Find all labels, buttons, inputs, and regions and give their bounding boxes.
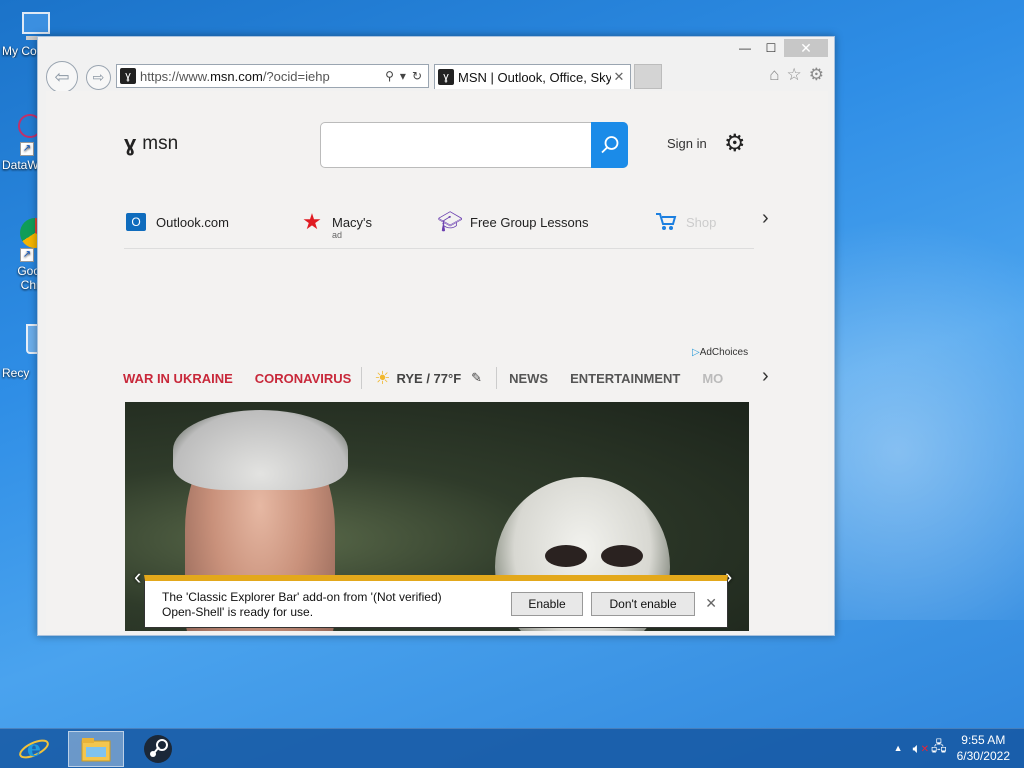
address-tools: ⚲ ▾ ↻: [385, 69, 428, 83]
ad-choices-icon: ▷: [692, 347, 700, 358]
chrome-icon: ↗: [6, 218, 50, 262]
notification-close-icon[interactable]: ✕: [705, 595, 717, 612]
desktop-icon-label: Goo Chr: [17, 264, 40, 292]
taskbar-file-explorer[interactable]: [68, 731, 124, 767]
tab-close-icon[interactable]: ✕: [611, 69, 627, 85]
quick-links-next-chevron-icon[interactable]: ›: [762, 207, 769, 230]
steam-icon: [144, 735, 172, 763]
settings-gear-icon[interactable]: ⚙: [724, 129, 746, 158]
quick-link-label: Shop: [686, 215, 717, 230]
tab-msn[interactable]: ɣ MSN | Outlook, Office, Sky... ✕: [434, 64, 631, 89]
outlook-icon: O: [124, 211, 148, 233]
close-button[interactable]: ✕: [784, 39, 828, 57]
forward-arrow-icon: ⇨: [92, 69, 105, 85]
category-coronavirus[interactable]: CORONAVIRUS: [255, 371, 352, 386]
quick-link-outlook[interactable]: O Outlook.com: [124, 211, 229, 233]
window-controls: — ☐ ✕: [732, 39, 828, 57]
svg-text:e: e: [27, 736, 41, 762]
search-input[interactable]: [320, 122, 628, 168]
address-url[interactable]: https://www.msn.com/?ocid=iehp: [140, 69, 385, 84]
home-icon[interactable]: ⌂: [769, 65, 779, 85]
logo-text: msn: [142, 133, 179, 154]
category-divider: [361, 367, 363, 389]
volume-muted-icon[interactable]: 🔈︎ ✕: [913, 740, 929, 757]
category-news[interactable]: NEWS: [509, 371, 548, 386]
dropdown-arrow-icon[interactable]: ▾: [400, 69, 406, 83]
categories-next-chevron-icon[interactable]: ›: [762, 365, 769, 388]
minimize-button[interactable]: —: [732, 39, 758, 57]
tray-expand-icon[interactable]: ▲: [894, 743, 903, 753]
address-bar[interactable]: ɣ https://www.msn.com/?ocid=iehp ⚲ ▾ ↻: [116, 64, 429, 88]
taskbar: e ▲ 🔈︎ ✕ 🖧︎ 9:55 AM 6/30/2022: [0, 728, 1024, 768]
quick-link-label: Outlook.com: [156, 215, 229, 230]
notification-message: The 'Classic Explorer Bar' add-on from '…: [162, 590, 462, 620]
system-tray: ▲ 🔈︎ ✕ 🖧︎ 9:55 AM 6/30/2022: [894, 732, 1010, 764]
category-nav: WAR IN UKRAINE CORONAVIRUS ☀ RYE / 77°F …: [123, 366, 753, 390]
msn-logo[interactable]: ɣ msn: [124, 131, 178, 157]
search-button[interactable]: [591, 122, 628, 168]
msn-butterfly-icon: ɣ: [124, 131, 137, 156]
enable-button[interactable]: Enable: [511, 592, 583, 616]
carousel-prev-arrow-icon[interactable]: ‹: [134, 564, 141, 590]
edit-pencil-icon[interactable]: ✎: [471, 370, 482, 386]
macys-star-icon: ★: [302, 209, 322, 234]
hero-hair-left: [173, 410, 348, 490]
sign-in-link[interactable]: Sign in: [667, 136, 707, 151]
settings-gear-icon[interactable]: ⚙: [809, 65, 824, 85]
partly-sunny-icon: ☀: [374, 367, 391, 388]
back-arrow-icon: ⇦: [54, 66, 70, 87]
internet-explorer-icon: e: [19, 736, 49, 762]
favorites-star-icon[interactable]: ☆: [787, 65, 802, 85]
maximize-button[interactable]: ☐: [758, 39, 784, 57]
dont-enable-button[interactable]: Don't enable: [591, 592, 695, 616]
notification-line2: Open-Shell' is ready for use.: [162, 605, 314, 619]
ie-window: — ☐ ✕ ⇦ ⇨ ɣ https://www.msn.com/?ocid=ie…: [37, 36, 835, 636]
weather-label: RYE / 77°F: [396, 370, 462, 386]
category-war-in-ukraine[interactable]: WAR IN UKRAINE: [123, 371, 233, 386]
weather-widget[interactable]: ☀ RYE / 77°F ✎: [374, 368, 482, 389]
new-tab-button[interactable]: [634, 64, 662, 89]
taskbar-steam[interactable]: [130, 731, 186, 767]
search-icon: [600, 136, 618, 154]
taskbar-internet-explorer[interactable]: e: [6, 731, 62, 767]
clock-time: 9:55 AM: [961, 733, 1006, 747]
back-button[interactable]: ⇦: [46, 61, 78, 93]
addon-notification-bar: The 'Classic Explorer Bar' add-on from '…: [144, 575, 728, 628]
browser-tools: ⌂ ☆ ⚙: [769, 65, 824, 85]
url-prefix: https://www.: [140, 68, 211, 84]
quick-link-shop[interactable]: Shop: [654, 211, 716, 233]
folder-icon: [81, 738, 111, 762]
msn-favicon: ɣ: [438, 69, 454, 85]
search-icon[interactable]: ⚲: [385, 69, 394, 83]
ad-choices[interactable]: ▷AdChoices: [692, 347, 748, 358]
shortcut-icon: ↗: [6, 112, 42, 156]
quick-links: O Outlook.com ★ Macy's ad 🎓︎ Free Group L…: [124, 207, 754, 249]
quick-link-free-group-lessons[interactable]: 🎓︎ Free Group Lessons: [437, 211, 589, 233]
navigation-bar: ⇦ ⇨ ɣ https://www.msn.com/?ocid=iehp ⚲ ▾…: [46, 61, 826, 93]
notification-line1: The 'Classic Explorer Bar' add-on from '…: [162, 590, 442, 604]
tab-title: MSN | Outlook, Office, Sky...: [458, 69, 611, 85]
msn-favicon: ɣ: [120, 68, 136, 84]
hero-sunglasses: [545, 545, 645, 567]
ad-choices-label: AdChoices: [699, 347, 749, 358]
quick-link-label: Free Group Lessons: [470, 215, 589, 230]
network-icon[interactable]: 🖧︎: [931, 736, 947, 760]
computer-icon: [6, 10, 50, 42]
url-domain: msn.com: [210, 68, 263, 84]
ad-label: ad: [332, 230, 343, 240]
category-divider: [496, 367, 498, 389]
quick-link-macys[interactable]: ★ Macy's ad: [300, 209, 373, 241]
clock-date: 6/30/2022: [956, 749, 1010, 763]
category-more[interactable]: MO: [702, 371, 723, 386]
shopping-cart-icon: [654, 211, 678, 233]
forward-button[interactable]: ⇨: [86, 65, 111, 90]
clock[interactable]: 9:55 AM 6/30/2022: [957, 732, 1010, 764]
category-entertainment[interactable]: ENTERTAINMENT: [570, 371, 680, 386]
graduation-cap-icon: 🎓︎: [437, 211, 463, 233]
page-content: ɣ msn Sign in ⚙ O Outlook.com ★ Macy's ad…: [46, 91, 828, 631]
refresh-icon[interactable]: ↻: [412, 69, 422, 83]
quick-link-label: Macy's: [332, 215, 373, 230]
recycle-bin-icon: [6, 322, 48, 354]
url-suffix: /?ocid=iehp: [262, 68, 330, 84]
